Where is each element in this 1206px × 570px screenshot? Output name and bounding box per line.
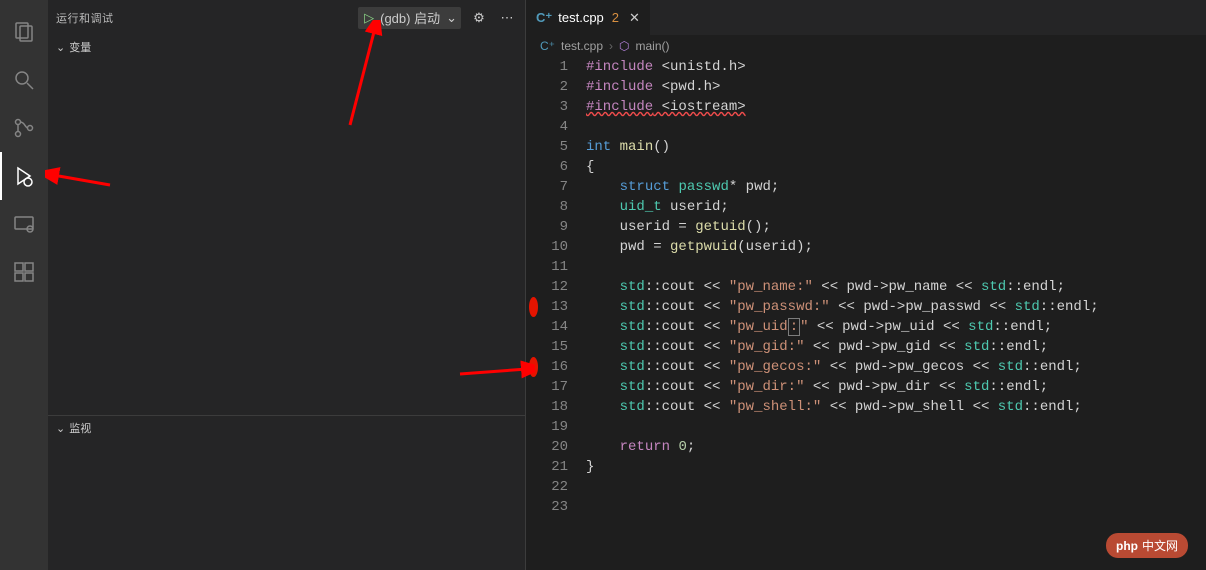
variables-body: [48, 59, 525, 415]
debug-config-label: (gdb) 启动: [380, 8, 440, 27]
editor-tabs: C⁺ test.cpp 2 ✕: [526, 0, 1206, 35]
watermark-text: 中文网: [1142, 537, 1178, 554]
run-debug-icon[interactable]: [0, 152, 48, 200]
panel-title: 运行和调试: [56, 10, 114, 26]
gear-icon[interactable]: ⚙: [469, 10, 489, 26]
breadcrumb-file[interactable]: test.cpp: [561, 39, 603, 53]
variables-section-header[interactable]: ⌄ 变量: [48, 35, 525, 59]
line-number-gutter: 1234567891011121314151617181920212223: [540, 57, 580, 570]
panel-header: 运行和调试 ▷ (gdb) 启动 ⌄ ⚙ ⋯: [48, 0, 525, 35]
watermark-brand: php: [1116, 539, 1138, 553]
chevron-down-icon: ⌄: [56, 422, 65, 435]
explorer-icon[interactable]: [0, 8, 48, 56]
variables-label: 变量: [69, 39, 91, 55]
search-icon[interactable]: [0, 56, 48, 104]
tab-dirty-count: 2: [612, 10, 619, 25]
code-editor[interactable]: 1234567891011121314151617181920212223 #i…: [526, 57, 1206, 570]
watch-section-header[interactable]: ⌄ 监视: [48, 416, 525, 440]
source-control-icon[interactable]: [0, 104, 48, 152]
breakpoint-gutter[interactable]: [526, 57, 540, 570]
breadcrumb-symbol[interactable]: main(): [636, 39, 670, 53]
watch-body: [48, 440, 525, 570]
chevron-down-icon: ⌄: [56, 41, 65, 54]
symbol-icon: ⬡: [619, 39, 629, 53]
tab-test-cpp[interactable]: C⁺ test.cpp 2 ✕: [526, 0, 651, 35]
cpp-file-icon: C⁺: [536, 10, 552, 26]
code-lines[interactable]: #include <unistd.h>#include <pwd.h>#incl…: [580, 57, 1206, 570]
watermark: php 中文网: [1106, 533, 1188, 558]
chevron-down-icon[interactable]: ⌄: [446, 10, 457, 26]
tab-filename: test.cpp: [558, 10, 604, 25]
start-debug-icon[interactable]: ▷: [364, 10, 374, 26]
run-debug-panel: 运行和调试 ▷ (gdb) 启动 ⌄ ⚙ ⋯ ⌄ 变量 ⌄ 监视: [48, 0, 526, 570]
remote-icon[interactable]: [0, 200, 48, 248]
close-icon[interactable]: ✕: [629, 10, 640, 26]
activity-bar: [0, 0, 48, 570]
debug-config-dropdown[interactable]: ▷ (gdb) 启动 ⌄: [358, 7, 461, 29]
editor-area: C⁺ test.cpp 2 ✕ C⁺ test.cpp › ⬡ main() 1…: [526, 0, 1206, 570]
breadcrumb-separator: ›: [609, 39, 613, 53]
watch-label: 监视: [69, 420, 91, 436]
more-icon[interactable]: ⋯: [497, 10, 517, 26]
cpp-file-icon: C⁺: [540, 39, 555, 53]
breadcrumbs[interactable]: C⁺ test.cpp › ⬡ main(): [526, 35, 1206, 57]
extensions-icon[interactable]: [0, 248, 48, 296]
